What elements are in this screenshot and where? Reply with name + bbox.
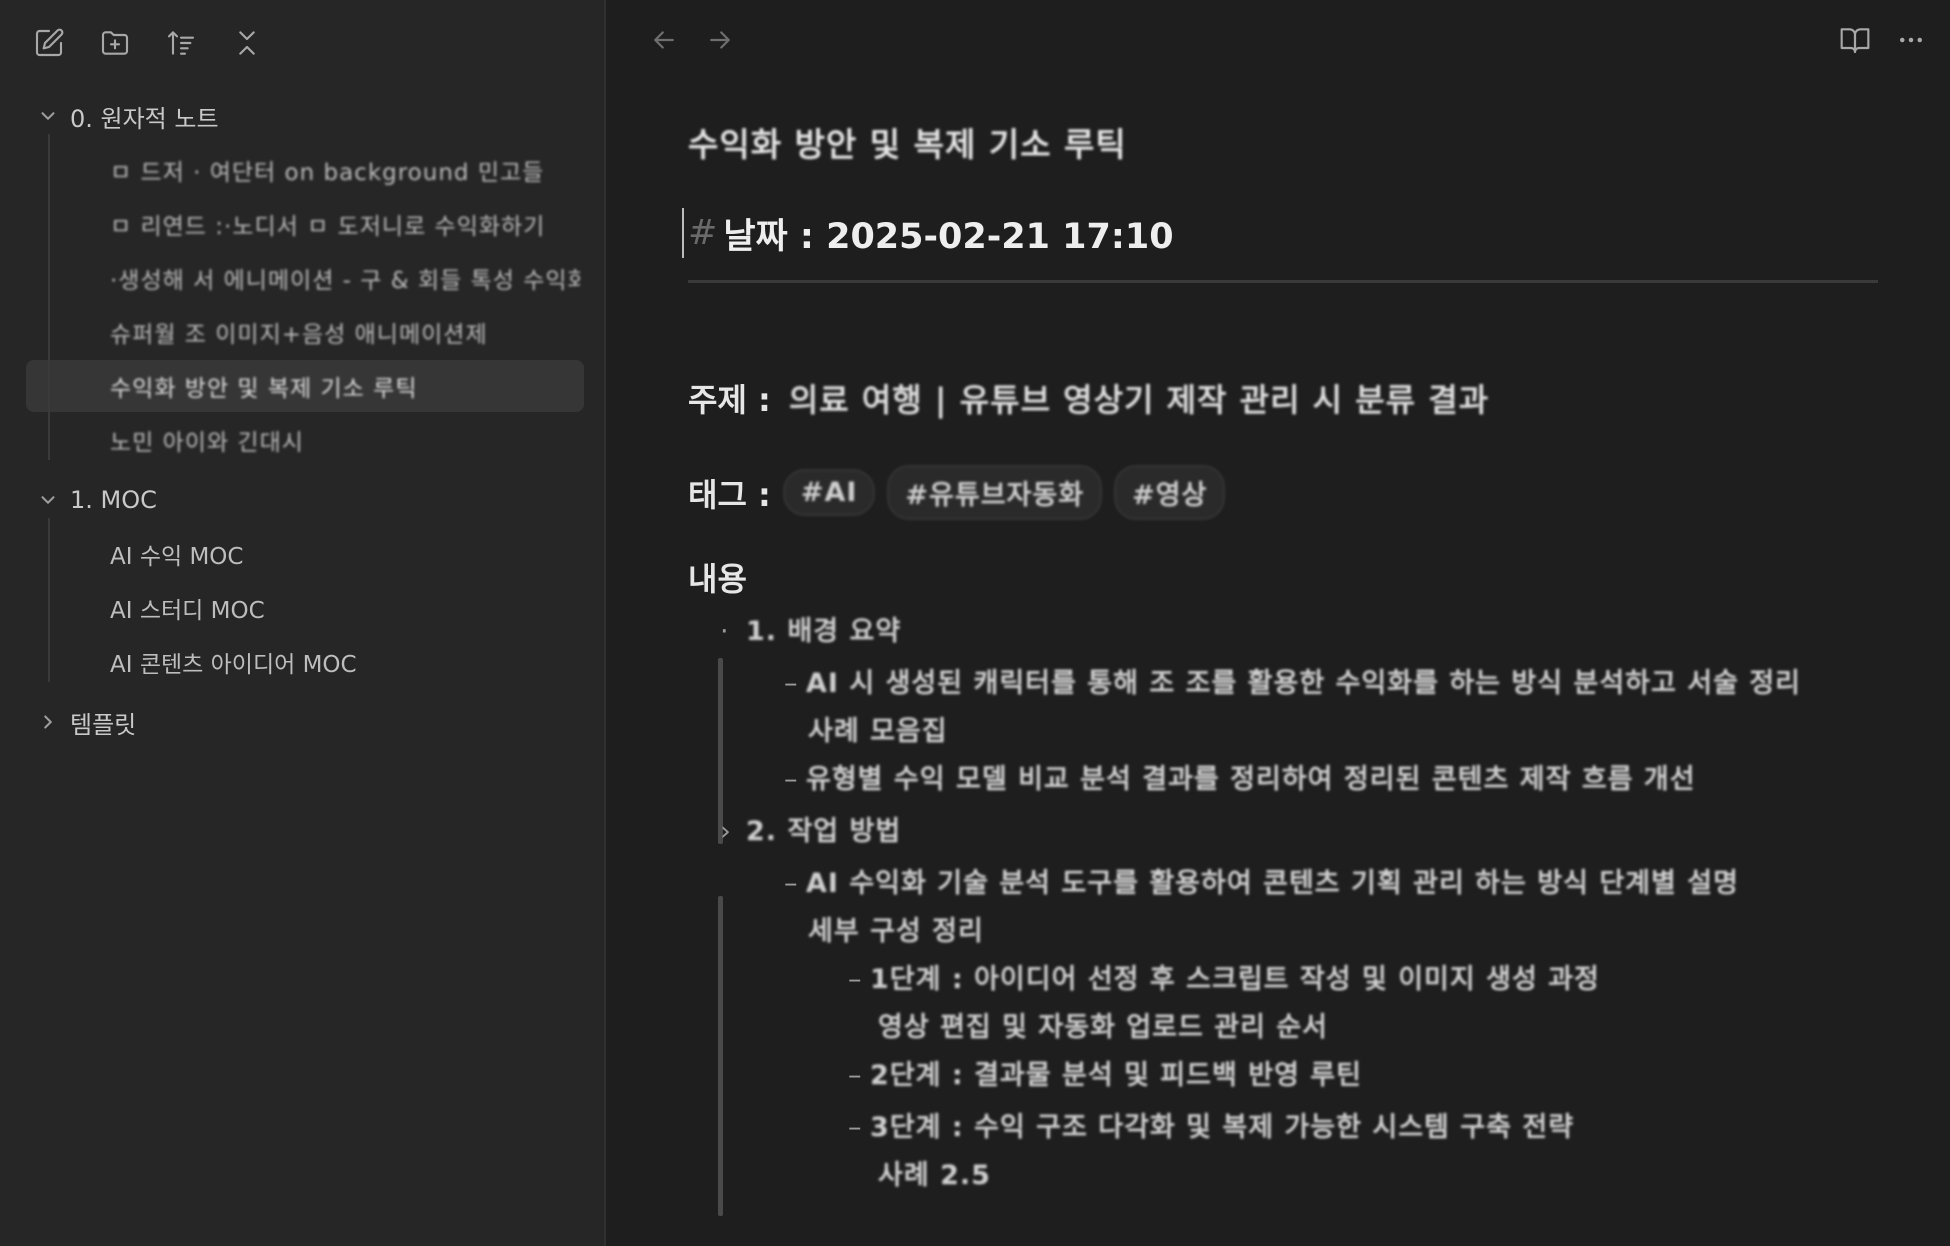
list-item[interactable]: · 1. 배경 요약	[688, 606, 1878, 658]
file-item[interactable]: AI 수익 MOC	[26, 528, 584, 580]
chevron-down-icon	[26, 105, 70, 127]
folder-atomic-notes[interactable]: 0. 원자적 노트	[26, 96, 584, 136]
date-heading[interactable]: # 날짜 : 2025-02-21 17:10	[682, 208, 1878, 258]
file-explorer-sidebar: 0. 원자적 노트 ㅁ 드저 · 여단터 on background 민고들 ㅁ…	[0, 0, 606, 1246]
sidebar-toolbar	[28, 22, 268, 64]
folder-children: AI 수익 MOC AI 스터디 MOC AI 콘텐츠 아이디어 MOC	[48, 518, 584, 688]
file-label: AI 수익 MOC	[110, 544, 244, 570]
file-item[interactable]: ·생성해 서 에니메이션 - 구 & 회들 톡성 수익화	[26, 252, 584, 304]
file-label: ·생성해 서 에니메이션 - 구 & 회들 톡성 수익화	[110, 268, 580, 294]
folder-label: 템플릿	[70, 710, 137, 739]
heading-text: 날짜 : 2025-02-21 17:10	[723, 216, 1174, 257]
subject-value: 의료 여행 | 유튜브 영상기 제작 관리 시 분류 결과	[788, 381, 1490, 419]
heading-hash-mark: #	[688, 213, 718, 253]
list-item[interactable]: – 3단계 : 수익 구조 다각화 및 복제 가능한 시스템 구축 전략	[688, 1102, 1878, 1154]
new-note-icon[interactable]	[28, 22, 70, 64]
list-item[interactable]: – 2단계 : 결과물 분석 및 피드백 반영 루틴	[688, 1050, 1878, 1102]
list-item-continuation: 사례 2.5	[878, 1160, 991, 1191]
bullet-marker: ·	[720, 616, 729, 647]
book-open-icon[interactable]	[1834, 20, 1876, 60]
back-arrow-icon[interactable]	[644, 20, 684, 60]
tag-pill[interactable]: #AI	[782, 469, 876, 516]
file-label: ㅁ 드저 · 여단터 on background 민고들	[110, 160, 545, 186]
file-item[interactable]: ㅁ 리연드 :·노디서 ㅁ 도저니로 수익화하기	[26, 198, 584, 250]
tags-label: 태그 :	[688, 475, 771, 514]
new-folder-icon[interactable]	[94, 22, 136, 64]
list-item-continuation: 세부 구성 정리	[808, 916, 984, 947]
list-item[interactable]: – AI 수익화 기술 분석 도구를 활용하여 콘텐츠 기획 관리 하는 방식 …	[688, 858, 1878, 910]
chevron-right-icon	[26, 711, 70, 733]
list-item-continuation: 사례 모음집	[808, 716, 948, 747]
folder-label: 0. 원자적 노트	[70, 104, 219, 133]
bullet-marker: ›	[720, 816, 731, 847]
tag-pill[interactable]: #영상	[1114, 465, 1226, 520]
chevron-down-icon	[26, 489, 70, 511]
file-label: AI 콘텐츠 아이디어 MOC	[110, 652, 357, 678]
folder-label: 1. MOC	[70, 486, 157, 514]
tag-pill[interactable]: #유튜브자동화	[887, 465, 1103, 520]
file-item[interactable]: 슈퍼월 조 이미지+음성 애니메이션제	[26, 306, 584, 358]
folder-moc[interactable]: 1. MOC	[26, 480, 584, 520]
list-item-text: 유형별 수익 모델 비교 분석 결과를 정리하여 정리된 콘텐츠 제작 흐름 개…	[806, 764, 1696, 795]
file-item[interactable]: ㅁ 드저 · 여단터 on background 민고들	[26, 144, 584, 196]
file-label: 슈퍼월 조 이미지+음성 애니메이션제	[110, 322, 488, 348]
list-item[interactable]: – AI 시 생성된 캐릭터를 통해 조 조를 활용한 수익화를 하는 방식 분…	[688, 658, 1878, 710]
list-item-text: 2단계 : 결과물 분석 및 피드백 반영 루틴	[870, 1060, 1362, 1091]
editor-header	[606, 20, 1950, 64]
file-item[interactable]: AI 스터디 MOC	[26, 582, 584, 634]
file-label: ㅁ 리연드 :·노디서 ㅁ 도저니로 수익화하기	[110, 214, 546, 240]
list-item-text: 3단계 : 수익 구조 다각화 및 복제 가능한 시스템 구축 전략	[870, 1112, 1575, 1143]
editor-pane: 수익화 방안 및 복제 기소 루틱 # 날짜 : 2025-02-21 17:1…	[606, 0, 1950, 1246]
collapse-all-icon[interactable]	[226, 22, 268, 64]
file-label: 수익화 방안 및 복제 기소 루틱	[110, 376, 418, 402]
outline-list: · 1. 배경 요약 – AI 시 생성된 캐릭터를 통해 조 조를 활용한 수…	[688, 606, 1878, 1216]
forward-arrow-icon[interactable]	[700, 20, 740, 60]
file-tree: 0. 원자적 노트 ㅁ 드저 · 여단터 on background 민고들 ㅁ…	[26, 96, 584, 756]
tags-field: 태그 : #AI #유튜브자동화 #영상	[688, 465, 1878, 520]
horizontal-rule	[688, 280, 1878, 283]
note-title[interactable]: 수익화 방안 및 복제 기소 루틱	[688, 118, 1878, 168]
file-item[interactable]: 노민 아이와 긴대시	[26, 414, 584, 466]
list-item-text: 1단계 : 아이디어 선정 후 스크립트 작성 및 이미지 생성 과정	[870, 964, 1600, 995]
note-document[interactable]: 수익화 방안 및 복제 기소 루틱 # 날짜 : 2025-02-21 17:1…	[682, 118, 1878, 1216]
list-item-continuation: 영상 편집 및 자동화 업로드 관리 순서	[878, 1012, 1328, 1043]
file-item[interactable]: AI 콘텐츠 아이디어 MOC	[26, 636, 584, 688]
list-item-text: 2. 작업 방법	[746, 816, 902, 847]
sort-icon[interactable]	[160, 22, 202, 64]
folder-children: ㅁ 드저 · 여단터 on background 민고들 ㅁ 리연드 :·노디서…	[26, 134, 584, 466]
file-label: 노민 아이와 긴대시	[110, 430, 304, 456]
list-item-text: 1. 배경 요약	[746, 616, 902, 647]
list-item-text: AI 시 생성된 캐릭터를 통해 조 조를 활용한 수익화를 하는 방식 분석하…	[806, 668, 1802, 699]
subject-field[interactable]: 주제 : 의료 여행 | 유튜브 영상기 제작 관리 시 분류 결과	[688, 375, 1878, 421]
list-item[interactable]: › 2. 작업 방법	[688, 806, 1878, 858]
subject-label: 주제 :	[688, 381, 771, 419]
folder-templates[interactable]: 템플릿	[26, 702, 584, 742]
content-label: 내용	[688, 560, 747, 598]
list-item[interactable]: – 유형별 수익 모델 비교 분석 결과를 정리하여 정리된 콘텐츠 제작 흐름…	[688, 754, 1878, 806]
list-item-text: AI 수익화 기술 분석 도구를 활용하여 콘텐츠 기획 관리 하는 방식 단계…	[806, 868, 1739, 899]
more-options-icon[interactable]	[1890, 20, 1932, 60]
file-label: AI 스터디 MOC	[110, 598, 265, 624]
file-item-active[interactable]: 수익화 방안 및 복제 기소 루틱	[26, 360, 584, 412]
list-item[interactable]: – 1단계 : 아이디어 선정 후 스크립트 작성 및 이미지 생성 과정	[688, 954, 1878, 1006]
